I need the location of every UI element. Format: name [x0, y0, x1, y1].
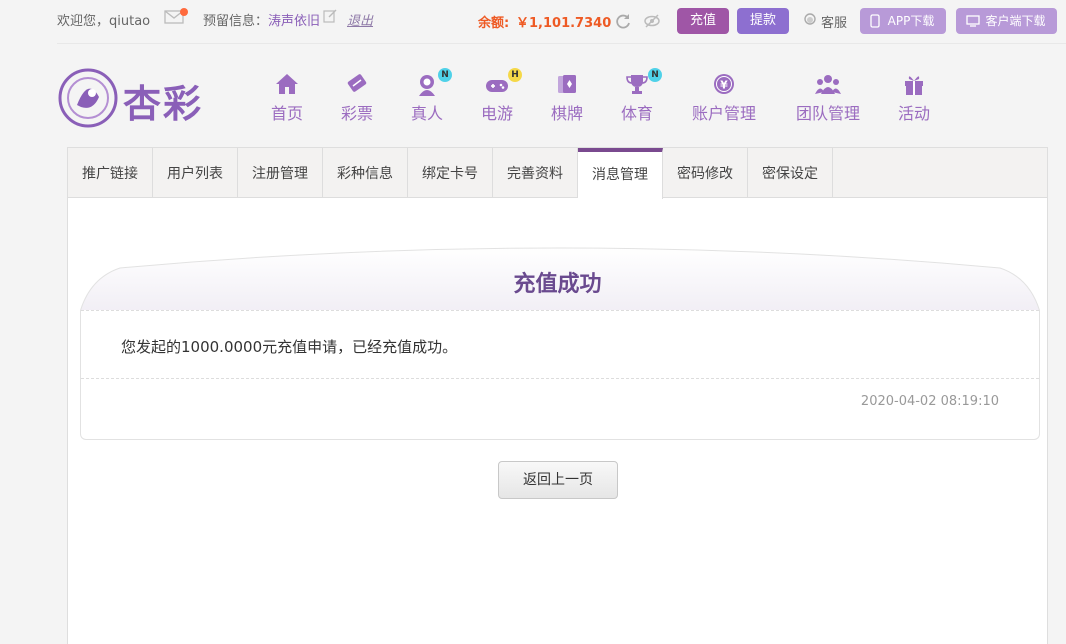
- top-bar: 欢迎您，qiutao 预留信息：涛声依旧 退出 余额: ￥1,101.7340 …: [0, 0, 1066, 40]
- nav-item-sports[interactable]: N 体育: [620, 68, 662, 124]
- nav-label: 棋牌: [550, 104, 583, 123]
- logout-link[interactable]: 退出: [347, 10, 373, 29]
- hide-balance-icon[interactable]: [643, 12, 661, 30]
- nav-item-lottery[interactable]: 彩票: [340, 72, 374, 124]
- message-card: 您发起的1000.0000元充值申请，已经充值成功。 2020-04-02 08…: [80, 310, 1040, 440]
- live-dealer-icon: N: [414, 68, 452, 96]
- monitor-icon: [966, 15, 980, 27]
- logo-text: 杏彩: [123, 82, 204, 126]
- gamepad-icon: H: [484, 68, 522, 96]
- refresh-icon[interactable]: [614, 12, 632, 30]
- cards-icon: [554, 72, 580, 96]
- nav-label: 电游: [480, 104, 513, 123]
- customer-service-link[interactable]: 客服: [821, 12, 847, 31]
- unread-dot: [180, 8, 188, 16]
- nav-label: 首页: [270, 104, 303, 123]
- nav-item-events[interactable]: 活动: [897, 72, 931, 124]
- nav-label: 团队管理: [795, 104, 860, 123]
- tab-registration[interactable]: 注册管理: [238, 148, 323, 198]
- nav-item-live[interactable]: N 真人: [410, 68, 452, 124]
- new-badge: N: [648, 68, 662, 82]
- reserved-info: 预留信息：涛声依旧: [203, 10, 320, 29]
- team-icon: [815, 72, 841, 96]
- nav-item-egames[interactable]: H 电游: [480, 68, 522, 124]
- reserved-label: 预留信息：: [203, 14, 269, 29]
- yen-coin-icon: ¥: [711, 72, 737, 96]
- site-logo[interactable]: 杏彩: [57, 67, 217, 129]
- lottery-ticket-icon: [344, 72, 370, 96]
- home-icon: [274, 72, 300, 96]
- nav-label: 真人: [410, 104, 443, 123]
- message-body: 您发起的1000.0000元充值申请，已经充值成功。: [121, 338, 458, 356]
- tab-password[interactable]: 密码修改: [663, 148, 748, 198]
- logo-emblem-icon: [58, 68, 118, 128]
- tab-bind-card[interactable]: 绑定卡号: [408, 148, 493, 198]
- gift-icon: [901, 72, 927, 96]
- reserved-value: 涛声依旧: [268, 14, 321, 29]
- welcome-text: 欢迎您，qiutao: [57, 14, 151, 29]
- divider: [81, 378, 1039, 379]
- tab-bar: 推广链接 用户列表 注册管理 彩种信息 绑定卡号 完善资料 消息管理 密码修改 …: [68, 148, 1047, 199]
- balance-label: 余额:: [478, 16, 510, 31]
- withdraw-button[interactable]: 提款: [737, 8, 789, 34]
- trophy-icon: N: [624, 68, 662, 96]
- message-title: 充值成功: [513, 272, 602, 297]
- nav-item-team[interactable]: 团队管理: [794, 72, 862, 124]
- app-download-button[interactable]: APP下载: [860, 8, 946, 34]
- content-panel: 推广链接 用户列表 注册管理 彩种信息 绑定卡号 完善资料 消息管理 密码修改 …: [67, 147, 1048, 644]
- tab-security-question[interactable]: 密保设定: [748, 148, 833, 198]
- phone-icon: [870, 14, 880, 28]
- recharge-button[interactable]: 充值: [677, 8, 729, 34]
- tab-user-list[interactable]: 用户列表: [153, 148, 238, 198]
- nav-label: 彩票: [340, 104, 373, 123]
- client-download-button[interactable]: 客户端下载: [956, 8, 1057, 34]
- tab-messages[interactable]: 消息管理: [578, 148, 663, 199]
- app-download-label: APP下载: [887, 14, 935, 28]
- nav-label: 账户管理: [691, 104, 756, 123]
- client-download-label: 客户端下载: [985, 14, 1046, 28]
- tab-lottery-info[interactable]: 彩种信息: [323, 148, 408, 198]
- nav-label: 体育: [620, 104, 653, 123]
- customer-service-icon[interactable]: [803, 13, 817, 27]
- message-timestamp: 2020-04-02 08:19:10: [860, 394, 999, 409]
- new-badge: N: [438, 68, 452, 82]
- nav-label: 活动: [897, 104, 930, 123]
- tab-profile[interactable]: 完善资料: [493, 148, 578, 198]
- edit-icon[interactable]: [323, 9, 337, 23]
- tab-promo-link[interactable]: 推广链接: [68, 148, 153, 198]
- svg-text:¥: ¥: [720, 79, 728, 92]
- nav-item-cards[interactable]: 棋牌: [550, 72, 584, 124]
- top-divider: [57, 43, 1066, 44]
- hot-badge: H: [508, 68, 522, 82]
- balance-value: ￥1,101.7340: [516, 16, 612, 31]
- nav-item-account[interactable]: ¥ 账户管理: [690, 72, 758, 124]
- back-button[interactable]: 返回上一页: [498, 461, 618, 499]
- divider: [81, 310, 1039, 311]
- nav-item-home[interactable]: 首页: [270, 72, 304, 124]
